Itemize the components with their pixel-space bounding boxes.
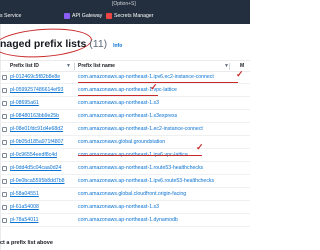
annotation-check-icon: ✓: [236, 69, 244, 79]
table-row[interactable]: pl-0e0bca5595b8dd7b8 com.amazonaws.ap-nor…: [0, 176, 250, 188]
row-select-checkbox[interactable]: [2, 114, 7, 119]
annotation-check-icon: ✓: [196, 142, 204, 152]
favorite-api-gateway[interactable]: API Gateway: [64, 11, 102, 20]
row-select-checkbox[interactable]: [2, 192, 7, 197]
prefix-list-name: com.amazonaws.ap-northeast-1.s3: [78, 204, 160, 210]
row-select-checkbox[interactable]: [2, 127, 7, 132]
table-row[interactable]: pl-61a54008 com.amazonaws.ap-northeast-1.…: [0, 202, 250, 214]
prefix-list-name: com.amazonaws.global.cloudfront.origin-f…: [78, 191, 187, 197]
column-divider[interactable]: [229, 63, 230, 70]
prefix-list-name: com.amazonaws.ap-northeast-1.vpc-lattice: [78, 87, 177, 93]
annotation-check-icon: ✓: [150, 82, 158, 92]
column-header-prefix-list-name[interactable]: Prefix list name: [78, 63, 115, 69]
table-row[interactable]: pl-08695a61 com.amazonaws.ap-northeast-1.…: [0, 98, 250, 110]
prefix-list-name: com.amazonaws.ap-northeast-1.ec2-instanc…: [78, 126, 203, 132]
table-row[interactable]: pl-08e01fdc91d4e68d2 com.amazonaws.ap-nor…: [0, 124, 250, 136]
secrets-manager-label: Secrets Manager: [114, 12, 154, 19]
table-row[interactable]: pl-0b05d185a971f4807 com.amazonaws.global…: [0, 137, 250, 149]
prefix-list-id-link[interactable]: pl-08480163bb9e25b: [10, 113, 59, 119]
prefix-list-name: com.amazonaws.global.groundstation: [78, 139, 166, 145]
prefix-list-table: Prefix list ID ▼ Prefix list name ▼ M: [0, 60, 250, 72]
prefix-list-id-link[interactable]: pl-0c96554eedf8c4d: [10, 152, 57, 158]
prefix-list-name: com.amazonaws.ap-northeast-1.ipv6.route5…: [78, 178, 215, 184]
row-select-checkbox[interactable]: [2, 140, 7, 145]
prefix-list-name: com.amazonaws.ap-northeast-1.dynamodb: [78, 217, 178, 223]
search-shortcut-hint: [Option+S]: [112, 1, 136, 7]
row-select-checkbox[interactable]: [2, 179, 7, 184]
prefix-list-id-link[interactable]: pl-0b05d185a971f4807: [10, 139, 63, 145]
selection-hint: ct a prefix list above: [0, 240, 53, 246]
row-select-checkbox[interactable]: [2, 153, 7, 158]
favorite-service-1[interactable]: s Service: [0, 11, 21, 20]
row-select-checkbox[interactable]: [2, 75, 7, 80]
row-select-checkbox[interactable]: [2, 205, 7, 210]
row-select-checkbox[interactable]: [2, 101, 7, 106]
page-title: naged prefix lists (11) Info: [0, 38, 122, 50]
row-select-checkbox[interactable]: [2, 166, 7, 171]
prefix-list-id-link[interactable]: pl-58a04551: [10, 191, 39, 197]
column-header-prefix-list-id[interactable]: Prefix list ID: [10, 63, 39, 69]
top-navigation-bar: [Option+S] s Service API Gateway Secrets…: [0, 0, 250, 24]
api-gateway-icon: [64, 12, 70, 19]
page-title-text: naged prefix lists: [0, 38, 87, 50]
prefix-list-name: com.amazonaws.ap-northeast-1.s3express: [78, 113, 178, 119]
prefix-list-id-link[interactable]: pl-012469c5f82b8e8e: [10, 74, 60, 80]
table-row[interactable]: pl-58a04551 com.amazonaws.global.cloudfro…: [0, 189, 250, 201]
row-select-checkbox[interactable]: [2, 88, 7, 93]
prefix-list-count: (11): [89, 38, 108, 50]
prefix-list-id-link[interactable]: pl-61a54008: [10, 204, 39, 210]
annotation-underline: [78, 82, 238, 84]
prefix-list-id-link[interactable]: pl-78a54011: [10, 217, 38, 223]
prefix-list-id-link[interactable]: pl-0dd4d5c04caa0d24: [10, 165, 61, 171]
prefix-list-name: com.amazonaws.ap-northeast-1.s3: [78, 100, 160, 106]
secrets-manager-icon: [106, 12, 112, 19]
table-header: Prefix list ID ▼ Prefix list name ▼ M: [0, 61, 250, 72]
prefix-list-name: com.amazonaws.ap-northeast-1.ipv6.ec2-in…: [78, 74, 214, 80]
table-row[interactable]: pl-78a54011 com.amazonaws.ap-northeast-1.…: [0, 215, 250, 227]
annotation-underline: [78, 95, 158, 97]
sort-icon[interactable]: ▼: [66, 63, 71, 69]
row-select-checkbox[interactable]: [2, 218, 7, 223]
prefix-list-id-link[interactable]: pl-08e01fdc91d4e68d2: [10, 126, 63, 132]
annotation-underline: [78, 155, 202, 157]
prefix-list-id-link[interactable]: pl-08695a61: [10, 100, 39, 106]
favorite-secrets-manager[interactable]: Secrets Manager: [106, 11, 154, 20]
api-gateway-label: API Gateway: [72, 12, 103, 19]
table-row[interactable]: pl-0dd4d5c04caa0d24 com.amazonaws.ap-nort…: [0, 163, 250, 175]
column-divider[interactable]: [74, 63, 75, 70]
prefix-list-id-link[interactable]: pl-0599257486614ef93: [10, 87, 63, 93]
service-label: s Service: [0, 12, 22, 19]
info-link[interactable]: Info: [113, 43, 122, 49]
prefix-list-name: com.amazonaws.ap-northeast-1.route53-hea…: [78, 165, 204, 171]
table-row[interactable]: pl-08480163bb9e25b com.amazonaws.ap-north…: [0, 111, 250, 123]
prefix-list-id-link[interactable]: pl-0e0bca5595b8dd7b8: [10, 178, 65, 184]
